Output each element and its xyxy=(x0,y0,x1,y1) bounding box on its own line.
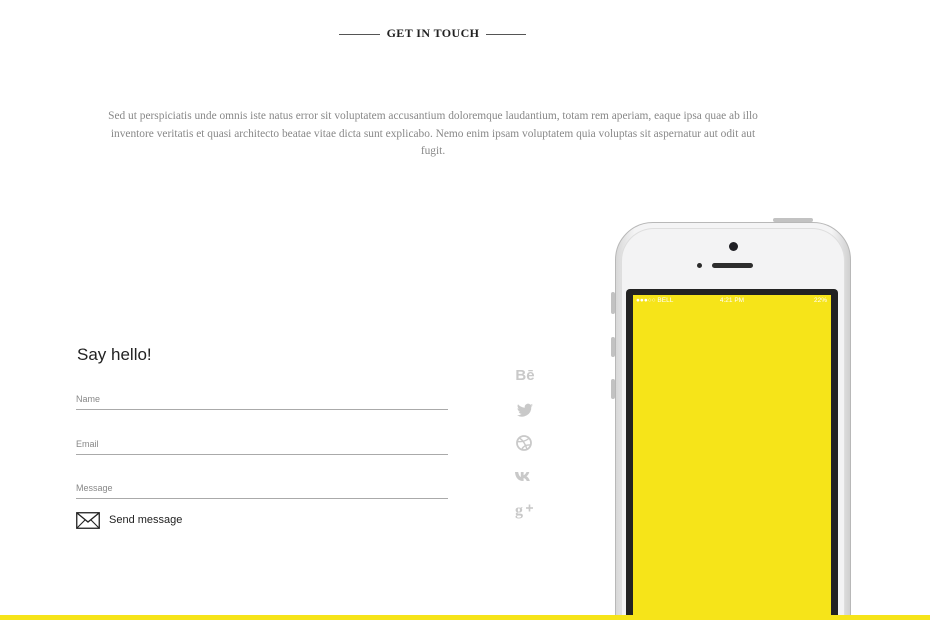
phone-screen: ●●●○○ BELL 4:21 PM 22% xyxy=(633,295,831,620)
send-message-button[interactable]: Send message xyxy=(76,511,182,529)
bottom-accent-bar xyxy=(0,615,930,620)
status-time: 4:21 PM xyxy=(719,297,745,304)
phone-camera xyxy=(729,242,738,251)
message-input[interactable] xyxy=(76,482,448,494)
svg-text:g: g xyxy=(515,502,523,519)
twitter-icon[interactable] xyxy=(514,400,536,420)
name-input[interactable] xyxy=(76,393,448,405)
message-field xyxy=(76,478,448,499)
send-message-label: Send message xyxy=(109,514,183,526)
heading-divider-right xyxy=(486,34,526,35)
email-input[interactable] xyxy=(76,438,448,450)
heading-divider-left xyxy=(339,34,380,35)
section-intro: Sed ut perspiciatis unde omnis iste natu… xyxy=(108,110,758,157)
contact-section: GET IN TOUCH Sed ut perspiciatis unde om… xyxy=(0,0,930,620)
name-field xyxy=(76,389,448,410)
dribbble-icon[interactable] xyxy=(514,433,536,453)
social-links: Bē g xyxy=(514,366,538,534)
behance-icon[interactable]: Bē xyxy=(514,366,536,386)
status-battery: 22% xyxy=(813,297,827,304)
phone-sensor xyxy=(697,263,702,268)
vk-icon[interactable] xyxy=(514,467,536,487)
form-title: Say hello! xyxy=(77,345,152,364)
section-title: GET IN TOUCH xyxy=(386,26,480,40)
envelope-icon xyxy=(76,511,100,529)
email-field xyxy=(76,434,448,455)
phone-status-bar: ●●●○○ BELL 4:21 PM 22% xyxy=(633,295,831,307)
phone-speaker xyxy=(712,263,753,268)
section-heading: GET IN TOUCH xyxy=(0,25,930,43)
google-plus-icon[interactable]: g xyxy=(514,500,536,520)
